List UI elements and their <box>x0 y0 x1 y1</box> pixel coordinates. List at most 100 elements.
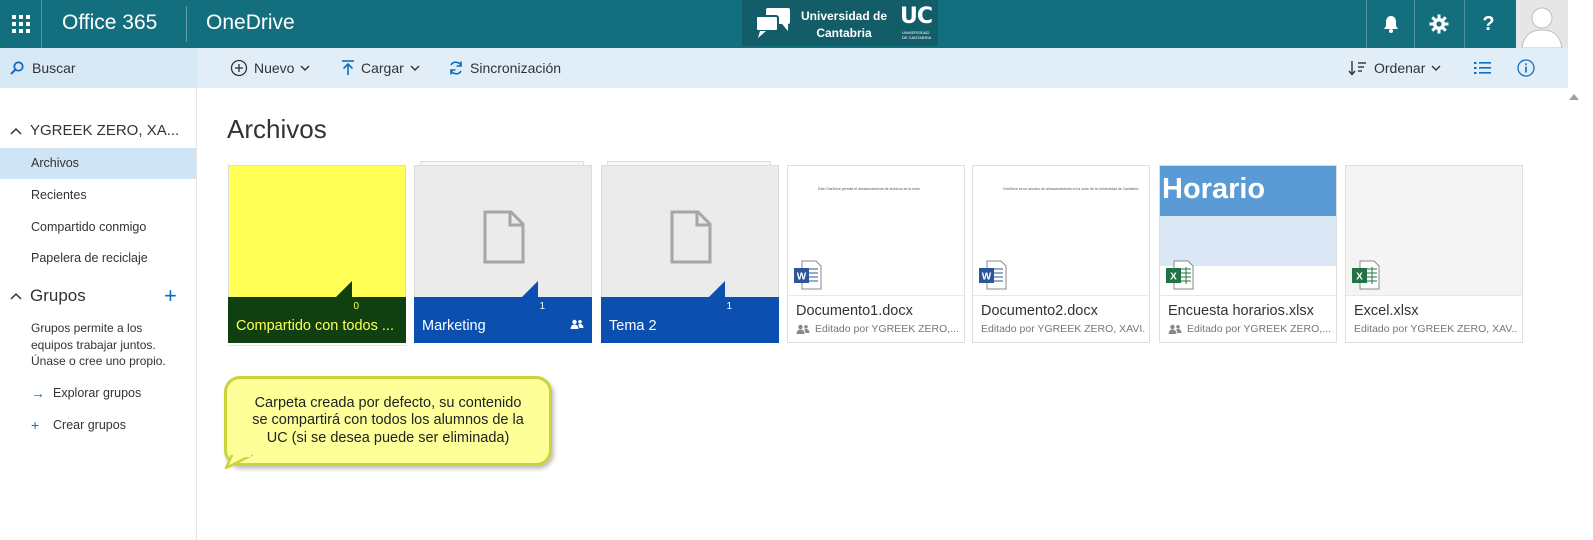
shared-people-icon <box>796 324 810 334</box>
university-line2: Cantabria <box>816 26 872 40</box>
arrow-right-icon: → <box>31 385 45 401</box>
uc-mark-sub: UNIVERSIDAD DE CANTABRIA <box>902 30 932 40</box>
shared-people-icon <box>1168 324 1182 334</box>
upload-label: Cargar <box>361 60 404 76</box>
search-label: Buscar <box>32 60 76 76</box>
left-nav: YGREEK ZERO, XA... Archivos Recientes Co… <box>0 88 197 540</box>
new-label: Nuevo <box>254 60 295 76</box>
file-meta-text: Editado por YGREEK ZERO, XAVI... <box>981 323 1145 335</box>
folder-label-bar: 1 Tema 2 <box>601 297 779 343</box>
university-name: Universidad de Cantabria <box>794 8 894 42</box>
gear-icon[interactable] <box>1414 0 1462 48</box>
file-meta: Editado por YGREEK ZERO,... <box>1168 323 1332 335</box>
spreadsheet-body-band <box>1160 216 1336 266</box>
sort-label: Ordenar <box>1374 60 1426 76</box>
app-launcher-icon[interactable] <box>0 0 42 48</box>
nav-item-papelera[interactable]: Papelera de reciclaje <box>0 243 196 274</box>
excel-icon: X <box>1166 260 1194 290</box>
user-header-label: YGREEK ZERO, XA... <box>30 122 180 139</box>
chevron-down-icon <box>410 65 420 71</box>
chat-bubbles-icon <box>755 8 790 38</box>
sync-button[interactable]: Sincronización <box>448 48 561 88</box>
folder-label-bar: 0 Compartido con todos ... <box>228 297 406 343</box>
app-name-onedrive[interactable]: OneDrive <box>206 0 295 48</box>
svg-text:W: W <box>982 272 992 283</box>
file-thumbnail: OneDrive es un servicio de almacenamient… <box>973 166 1149 296</box>
chevron-down-icon <box>1431 65 1441 71</box>
user-header[interactable]: YGREEK ZERO, XA... <box>10 122 179 139</box>
file-thumbnail: X <box>1346 166 1522 296</box>
folder-tile[interactable]: 1 Marketing <box>414 161 592 343</box>
file-thumbnail: Este OneDrive permite el almacenamiento … <box>788 166 964 296</box>
folder-notch <box>336 281 352 297</box>
svg-text:W: W <box>797 272 807 283</box>
explore-groups-label: Explorar grupos <box>53 386 142 400</box>
brand-office365[interactable]: Office 365 <box>62 0 157 48</box>
university-logo: Universidad de Cantabria UC UNIVERSIDAD … <box>742 0 938 46</box>
groups-header-label: Grupos <box>30 286 86 305</box>
avatar[interactable] <box>1516 0 1568 48</box>
groups-description: Grupos permite a los equipos trabajar ju… <box>31 321 166 368</box>
folder-tile[interactable]: 1 Tema 2 <box>601 161 779 343</box>
bell-icon[interactable] <box>1366 0 1414 48</box>
folder-name: Marketing <box>422 318 486 334</box>
file-name: Documento2.docx <box>981 303 1098 319</box>
list-view-icon[interactable] <box>1474 48 1498 88</box>
university-line1: Universidad de <box>800 9 888 23</box>
folder-label-bar: 1 Marketing <box>414 297 592 343</box>
info-icon[interactable] <box>1517 48 1541 88</box>
sort-button[interactable]: Ordenar <box>1348 48 1447 88</box>
svg-text:X: X <box>1356 272 1363 283</box>
create-groups-label: Crear grupos <box>53 418 126 432</box>
chevron-up-icon <box>10 127 22 135</box>
sync-icon <box>450 61 462 75</box>
explore-groups-link[interactable]: → Explorar grupos <box>31 385 141 401</box>
file-thumbnail: Horario X <box>1160 166 1336 296</box>
upload-button[interactable]: Cargar <box>341 48 426 88</box>
help-icon[interactable]: ? <box>1464 0 1512 48</box>
add-group-icon[interactable]: + <box>164 285 177 307</box>
folder-name: Compartido con todos ... <box>236 318 394 334</box>
file-tile[interactable]: Este OneDrive permite el almacenamiento … <box>787 165 965 343</box>
file-meta: Editado por YGREEK ZERO, XAVI... <box>981 323 1145 335</box>
folder-notch <box>522 281 538 297</box>
nav-item-compartido[interactable]: Compartido conmigo <box>0 212 196 243</box>
excel-icon: X <box>1352 260 1380 290</box>
file-tile[interactable]: X Excel.xlsx Editado por YGREEK ZERO, XA… <box>1345 165 1523 343</box>
file-meta-text: Editado por YGREEK ZERO,... <box>815 323 959 335</box>
document-icon <box>670 210 712 264</box>
uc-mark: UC <box>900 4 933 29</box>
file-meta-text: Editado por YGREEK ZERO, XAV... <box>1354 323 1518 335</box>
file-meta: Editado por YGREEK ZERO, XAV... <box>1354 323 1518 335</box>
preview-text: OneDrive es un servicio de almacenamient… <box>1003 187 1139 191</box>
folder-tile[interactable]: 0 Compartido con todos ... <box>228 165 406 343</box>
search-box[interactable]: Buscar <box>0 48 197 88</box>
folder-item-count: 0 <box>353 301 359 312</box>
nav-item-recientes[interactable]: Recientes <box>0 180 196 211</box>
folder-item-count: 1 <box>726 301 732 312</box>
scrollbar-track[interactable] <box>1568 0 1593 540</box>
file-name: Documento1.docx <box>796 303 913 319</box>
add-circle-icon <box>230 59 248 77</box>
divider <box>186 6 187 42</box>
shared-people-icon <box>570 319 584 329</box>
groups-header[interactable]: Grupos <box>10 286 86 306</box>
preview-text: Este OneDrive permite el almacenamiento … <box>818 187 921 191</box>
file-meta: Editado por YGREEK ZERO,... <box>796 323 960 335</box>
nav-item-archivos[interactable]: Archivos <box>0 148 196 179</box>
sync-label: Sincronización <box>470 60 562 76</box>
chevron-up-icon <box>10 292 22 300</box>
file-tile[interactable]: Horario X Encuesta horarios.xlsx Editado… <box>1159 165 1337 343</box>
file-name: Excel.xlsx <box>1354 303 1419 319</box>
folder-name: Tema 2 <box>609 318 657 334</box>
file-tile[interactable]: OneDrive es un servicio de almacenamient… <box>972 165 1150 343</box>
upload-icon <box>342 60 354 75</box>
callout-text: Carpeta creada por defecto, su contenido… <box>252 394 524 446</box>
folder-notch <box>709 281 725 297</box>
create-groups-link[interactable]: + Crear grupos <box>31 417 126 433</box>
word-icon: W <box>794 260 822 290</box>
spreadsheet-header-band: Horario <box>1160 166 1336 216</box>
command-bar: Buscar Nuevo Cargar Sincronización Orden… <box>0 48 1568 88</box>
new-button[interactable]: Nuevo <box>230 48 316 88</box>
file-name: Encuesta horarios.xlsx <box>1168 303 1314 319</box>
